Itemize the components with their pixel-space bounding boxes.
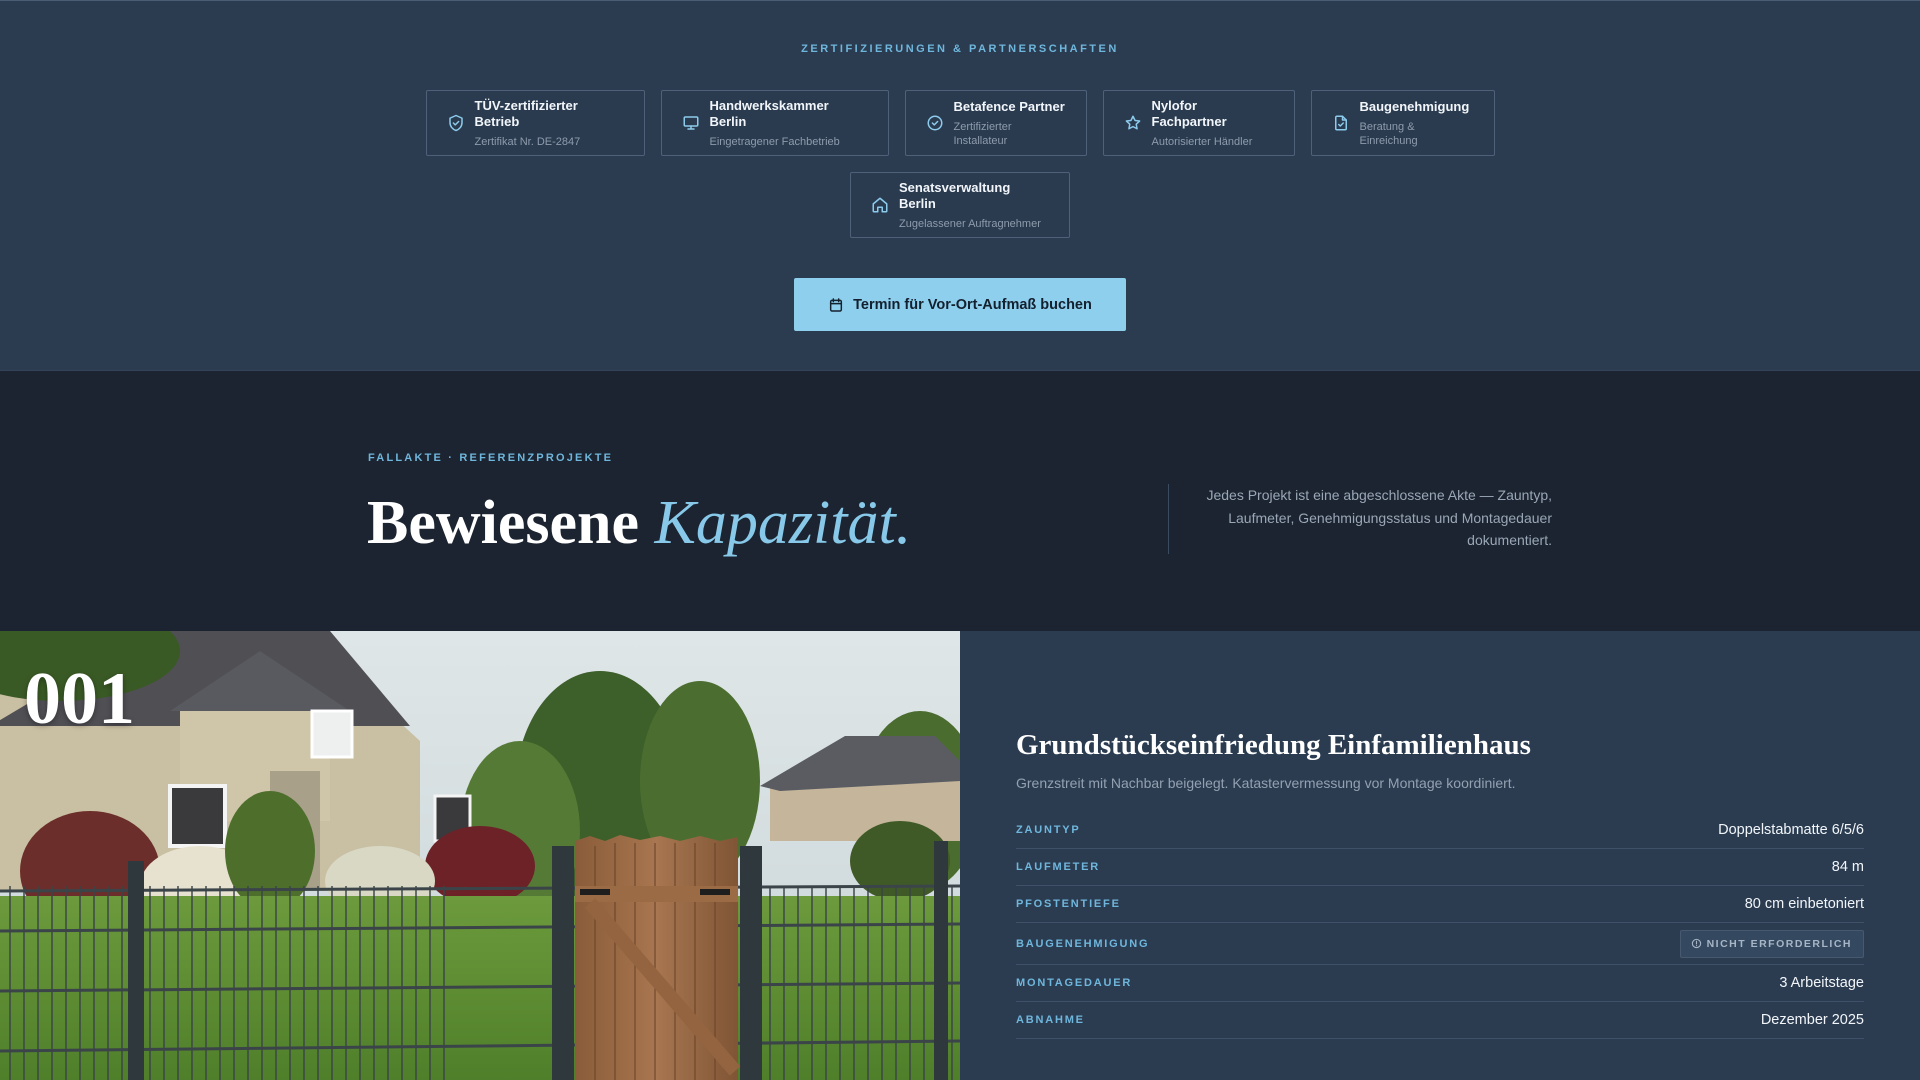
references-description: Jedes Projekt ist eine abgeschlossene Ak… xyxy=(1206,487,1552,548)
certifications-eyebrow: ZERTIFIZIERUNGEN & PARTNERSCHAFTEN xyxy=(801,43,1119,55)
spec-value: Doppelstabmatte 6/5/6 xyxy=(1718,822,1864,838)
document-check-icon xyxy=(1332,114,1350,132)
references-intro-section: FALLAKTE · REFERENZPROJEKTE Bewiesene Ka… xyxy=(0,370,1920,631)
references-eyebrow: FALLAKTE · REFERENZPROJEKTE xyxy=(368,452,614,464)
references-headline: Bewiesene Kapazität. xyxy=(367,483,911,563)
cert-subtitle: Zertifizierter Installateur xyxy=(953,120,1012,147)
cert-title: Baugenehmigung xyxy=(1359,98,1470,114)
spec-row-laufmeter: LAUFMETER 84 m xyxy=(1016,849,1864,886)
cert-card-baugenehmigung[interactable]: Baugenehmigung Beratung & Einreichung xyxy=(1310,90,1495,156)
project-photo-illustration xyxy=(0,631,960,1080)
cert-card-text: Baugenehmigung Beratung & Einreichung xyxy=(1360,99,1474,148)
spec-label: ABNAHME xyxy=(1016,1014,1085,1026)
cert-card-text: Handwerkskammer Berlin Eingetragener Fac… xyxy=(710,98,868,149)
certifications-row: Senatsverwaltung Berlin Zugelassener Auf… xyxy=(0,172,1920,238)
spec-label: BAUGENEHMIGUNG xyxy=(1016,937,1150,950)
monitor-icon xyxy=(682,114,700,132)
project-subtitle: Grenzstreit mit Nachbar beigelegt. Katas… xyxy=(1016,775,1516,791)
info-circle-icon xyxy=(1691,938,1702,949)
cert-card-text: Senatsverwaltung Berlin Zugelassener Auf… xyxy=(899,180,1049,231)
cert-title: Senatsverwaltung Berlin xyxy=(899,179,1011,211)
spec-value: 84 m xyxy=(1831,859,1864,875)
spec-label: PFOSTENTIEFE xyxy=(1016,898,1121,910)
shield-check-icon xyxy=(447,114,465,132)
cert-card-handwerkskammer[interactable]: Handwerkskammer Berlin Eingetragener Fac… xyxy=(660,90,889,156)
spec-row-montagedauer: MONTAGEDAUER 3 Arbeitstage xyxy=(1016,965,1864,1002)
certifications-row: TÜV-zertifizierter Betrieb Zertifikat Nr… xyxy=(0,90,1920,156)
cert-card-text: TÜV-zertifizierter Betrieb Zertifikat Nr… xyxy=(475,98,624,149)
cert-subtitle: Beratung & Einreichung xyxy=(1359,120,1418,147)
status-badge: NICHT ERFORDERLICH xyxy=(1679,929,1864,958)
cert-card-text: Nylofor Fachpartner Autorisierter Händle… xyxy=(1152,98,1274,149)
cert-card-nylofor[interactable]: Nylofor Fachpartner Autorisierter Händle… xyxy=(1102,90,1295,156)
spec-value: 3 Arbeitstage xyxy=(1779,975,1864,991)
cert-title: Betafence Partner xyxy=(953,98,1065,114)
spec-value: 80 cm einbetoniert xyxy=(1744,896,1864,912)
check-circle-icon xyxy=(926,114,944,132)
spec-row-zauntyp: ZAUNTYP Doppelstabmatte 6/5/6 xyxy=(1016,812,1864,849)
cert-subtitle: Zugelassener Auftragnehmer xyxy=(899,217,1041,230)
spec-row-baugenehmigung: BAUGENEHMIGUNG NICHT ERFORDERLICH xyxy=(1016,923,1864,965)
spec-row-abnahme: ABNAHME Dezember 2025 xyxy=(1016,1002,1864,1039)
cert-subtitle: Zertifikat Nr. DE-2847 xyxy=(474,135,581,148)
headline-accent: Kapazität. xyxy=(654,489,912,557)
project-details: Grundstückseinfriedung Einfamilienhaus G… xyxy=(960,631,1920,1080)
cert-subtitle: Eingetragener Fachbetrieb xyxy=(709,135,840,148)
cert-title: Handwerkskammer Berlin xyxy=(709,97,829,129)
star-icon xyxy=(1124,114,1142,132)
cert-card-text: Betafence Partner Zertifizierter Install… xyxy=(954,99,1066,148)
book-appointment-label: Termin für Vor-Ort-Aufmaß buchen xyxy=(853,296,1092,313)
spec-label: LAUFMETER xyxy=(1016,861,1101,873)
spec-label: ZAUNTYP xyxy=(1016,824,1081,836)
spec-label: MONTAGEDAUER xyxy=(1016,977,1133,989)
headline-main: Bewiesene xyxy=(367,489,655,557)
spec-table: ZAUNTYP Doppelstabmatte 6/5/6 LAUFMETER … xyxy=(1016,812,1864,1039)
cert-title: TÜV-zertifizierter Betrieb xyxy=(474,97,578,129)
home-icon xyxy=(871,196,889,214)
cert-title: Nylofor Fachpartner xyxy=(1151,97,1227,129)
certifications-section: ZERTIFIZIERUNGEN & PARTNERSCHAFTEN TÜV-z… xyxy=(0,0,1920,370)
project-title: Grundstückseinfriedung Einfamilienhaus xyxy=(1016,729,1531,761)
project-card: 001 Grundstückseinfriedung Einfamilienha… xyxy=(0,631,1920,1080)
cert-subtitle: Autorisierter Händler xyxy=(1151,135,1253,148)
book-appointment-button[interactable]: Termin für Vor-Ort-Aufmaß buchen xyxy=(794,278,1126,331)
calendar-icon xyxy=(828,297,844,313)
cert-card-betafence[interactable]: Betafence Partner Zertifizierter Install… xyxy=(904,90,1087,156)
cert-card-tuev[interactable]: TÜV-zertifizierter Betrieb Zertifikat Nr… xyxy=(425,90,645,156)
spec-row-pfostentiefe: PFOSTENTIEFE 80 cm einbetoniert xyxy=(1016,886,1864,923)
status-badge-label: NICHT ERFORDERLICH xyxy=(1706,937,1852,950)
spec-value: Dezember 2025 xyxy=(1760,1012,1864,1028)
intro-divider xyxy=(1168,484,1169,554)
project-number: 001 xyxy=(24,658,135,740)
cert-card-senatsverwaltung[interactable]: Senatsverwaltung Berlin Zugelassener Auf… xyxy=(850,172,1070,238)
project-photo: 001 xyxy=(0,631,960,1080)
